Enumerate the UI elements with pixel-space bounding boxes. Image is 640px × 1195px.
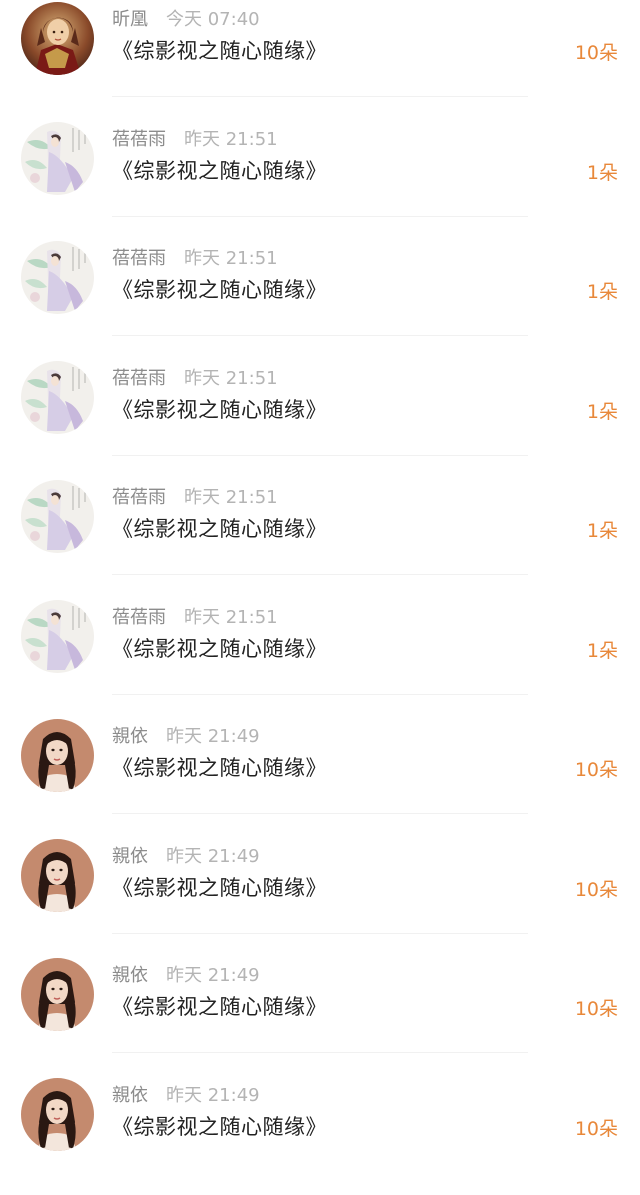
portrait-avatar[interactable]: [21, 1078, 94, 1151]
flower-amount: 1朵: [587, 160, 618, 186]
gift-meta: 親依昨天 21:49: [112, 1084, 260, 1108]
flower-amount: 1朵: [587, 279, 618, 305]
flower-amount: 1朵: [587, 638, 618, 664]
sender-name[interactable]: 昕凰: [112, 9, 148, 30]
book-title[interactable]: 《综影视之随心随缘》: [112, 156, 327, 186]
sender-name[interactable]: 蓓蓓雨: [112, 607, 166, 628]
book-title[interactable]: 《综影视之随心随缘》: [112, 634, 327, 664]
sender-name[interactable]: 蓓蓓雨: [112, 487, 166, 508]
divider: [112, 96, 528, 97]
divider: [112, 216, 528, 217]
gift-meta: 蓓蓓雨昨天 21:51: [112, 247, 278, 271]
flower-amount: 10朵: [575, 1116, 618, 1142]
list-item[interactable]: 親依昨天 21:49 《综影视之随心随缘》 10朵: [0, 1076, 640, 1195]
gift-time: 昨天 21:49: [166, 1085, 260, 1106]
list-item[interactable]: 親依昨天 21:49 《综影视之随心随缘》 10朵: [0, 956, 640, 1076]
divider: [112, 813, 528, 814]
book-title[interactable]: 《综影视之随心随缘》: [112, 873, 327, 903]
list-item[interactable]: 蓓蓓雨昨天 21:51 《综影视之随心随缘》 1朵: [0, 478, 640, 598]
gift-time: 昨天 21:51: [184, 368, 278, 389]
gift-meta: 昕凰今天 07:40: [112, 8, 260, 32]
gift-meta: 親依昨天 21:49: [112, 964, 260, 988]
gift-meta: 蓓蓓雨昨天 21:51: [112, 128, 278, 152]
list-item[interactable]: 昕凰今天 07:40 《综影视之随心随缘》 10朵: [0, 0, 640, 120]
gift-time: 昨天 21:51: [184, 607, 278, 628]
gift-time: 今天 07:40: [166, 9, 260, 30]
painting-avatar[interactable]: [21, 241, 94, 314]
book-title[interactable]: 《综影视之随心随缘》: [112, 753, 327, 783]
flower-amount: 1朵: [587, 399, 618, 425]
portrait-avatar[interactable]: [21, 839, 94, 912]
portrait-avatar[interactable]: [21, 958, 94, 1031]
gift-time: 昨天 21:51: [184, 487, 278, 508]
list-item[interactable]: 蓓蓓雨昨天 21:51 《综影视之随心随缘》 1朵: [0, 598, 640, 718]
divider: [112, 694, 528, 695]
gift-time: 昨天 21:49: [166, 846, 260, 867]
flower-amount: 10朵: [575, 40, 618, 66]
gift-meta: 親依昨天 21:49: [112, 725, 260, 749]
divider: [112, 335, 528, 336]
book-title[interactable]: 《综影视之随心随缘》: [112, 395, 327, 425]
warrior-avatar[interactable]: [21, 2, 94, 75]
divider: [112, 933, 528, 934]
divider: [112, 1052, 528, 1053]
sender-name[interactable]: 親依: [112, 726, 148, 747]
list-item[interactable]: 親依昨天 21:49 《综影视之随心随缘》 10朵: [0, 837, 640, 957]
divider: [112, 574, 528, 575]
list-item[interactable]: 蓓蓓雨昨天 21:51 《综影视之随心随缘》 1朵: [0, 359, 640, 479]
book-title[interactable]: 《综影视之随心随缘》: [112, 992, 327, 1022]
sender-name[interactable]: 蓓蓓雨: [112, 368, 166, 389]
sender-name[interactable]: 蓓蓓雨: [112, 129, 166, 150]
book-title[interactable]: 《综影视之随心随缘》: [112, 36, 327, 66]
gift-meta: 蓓蓓雨昨天 21:51: [112, 367, 278, 391]
list-item[interactable]: 蓓蓓雨昨天 21:51 《综影视之随心随缘》 1朵: [0, 239, 640, 359]
gift-meta: 親依昨天 21:49: [112, 845, 260, 869]
painting-avatar[interactable]: [21, 361, 94, 434]
sender-name[interactable]: 親依: [112, 965, 148, 986]
flower-amount: 10朵: [575, 757, 618, 783]
painting-avatar[interactable]: [21, 122, 94, 195]
book-title[interactable]: 《综影视之随心随缘》: [112, 1112, 327, 1142]
sender-name[interactable]: 蓓蓓雨: [112, 248, 166, 269]
painting-avatar[interactable]: [21, 600, 94, 673]
gift-meta: 蓓蓓雨昨天 21:51: [112, 486, 278, 510]
portrait-avatar[interactable]: [21, 719, 94, 792]
book-title[interactable]: 《综影视之随心随缘》: [112, 514, 327, 544]
gift-time: 昨天 21:49: [166, 726, 260, 747]
sender-name[interactable]: 親依: [112, 1085, 148, 1106]
flower-amount: 10朵: [575, 996, 618, 1022]
list-item[interactable]: 蓓蓓雨昨天 21:51 《综影视之随心随缘》 1朵: [0, 120, 640, 240]
book-title[interactable]: 《综影视之随心随缘》: [112, 275, 327, 305]
flower-amount: 10朵: [575, 877, 618, 903]
divider: [112, 455, 528, 456]
gift-meta: 蓓蓓雨昨天 21:51: [112, 606, 278, 630]
gift-record-list: 昕凰今天 07:40 《综影视之随心随缘》 10朵 蓓蓓雨: [0, 0, 640, 1164]
gift-time: 昨天 21:51: [184, 129, 278, 150]
gift-time: 昨天 21:51: [184, 248, 278, 269]
sender-name[interactable]: 親依: [112, 846, 148, 867]
list-item[interactable]: 親依昨天 21:49 《综影视之随心随缘》 10朵: [0, 717, 640, 837]
flower-amount: 1朵: [587, 518, 618, 544]
gift-time: 昨天 21:49: [166, 965, 260, 986]
painting-avatar[interactable]: [21, 480, 94, 553]
